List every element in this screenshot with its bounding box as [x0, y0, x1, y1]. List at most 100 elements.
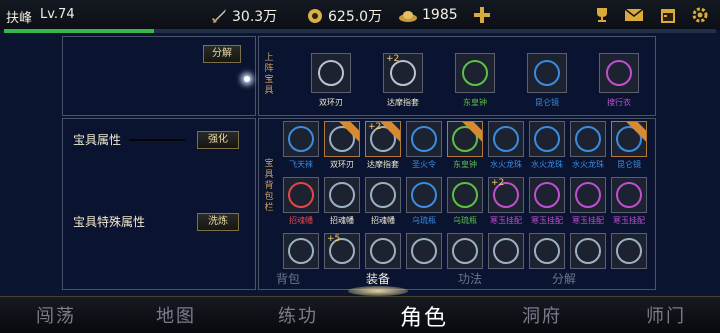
- bag-slot[interactable]: +5: [324, 233, 360, 269]
- bag-item-name: 招魂幡: [330, 216, 354, 225]
- nav-tab-3[interactable]: 角色: [400, 300, 448, 332]
- bag-item-name: 寒玉挂配: [613, 216, 645, 225]
- settings-icon[interactable]: [690, 6, 710, 24]
- calendar-icon[interactable]: [658, 6, 678, 24]
- nav-tab-4[interactable]: 洞府: [522, 302, 562, 328]
- bag-slot[interactable]: [447, 177, 483, 213]
- bag-slot[interactable]: [283, 233, 319, 269]
- bag-item-name: 水火龙珠: [531, 160, 563, 169]
- bag-slot[interactable]: [570, 177, 606, 213]
- treasure-art: [452, 182, 478, 208]
- bag-slot[interactable]: [447, 121, 483, 157]
- equipped-item-name: 达摩指套: [387, 98, 419, 107]
- bag-item-name: 圣火令: [412, 160, 436, 169]
- ingots-stat: 1985: [398, 6, 458, 24]
- equipped-item-name: 搜行衣: [607, 98, 631, 107]
- bag-slot[interactable]: [283, 121, 319, 157]
- power-stat: 30.3万: [210, 6, 277, 26]
- sparkle-effect: [244, 76, 250, 82]
- treasure-art: [493, 126, 519, 152]
- bag-slot[interactable]: [529, 177, 565, 213]
- bag-slot[interactable]: [488, 233, 524, 269]
- treasure-art: [370, 182, 396, 208]
- ingot-icon: [399, 11, 417, 22]
- treasure-art: [534, 182, 560, 208]
- bag-item-name: 水火龙珠: [572, 160, 604, 169]
- bag-slot[interactable]: [283, 177, 319, 213]
- equipped-slot[interactable]: [311, 53, 351, 93]
- nav-tab-5[interactable]: 师门: [646, 302, 686, 328]
- bag-slot[interactable]: [324, 177, 360, 213]
- treasure-art: [288, 238, 314, 264]
- trophy-icon[interactable]: [592, 6, 612, 24]
- bag-slot[interactable]: [406, 233, 442, 269]
- bag-slot[interactable]: +2: [365, 121, 401, 157]
- equipped-item-name: 双环刃: [319, 98, 343, 107]
- bag-slot[interactable]: [406, 121, 442, 157]
- subtab-2[interactable]: 功法: [458, 270, 482, 287]
- coins-value: 625.0万: [328, 9, 383, 25]
- bag-slot[interactable]: [406, 177, 442, 213]
- nav-tab-1[interactable]: 地图: [156, 302, 196, 328]
- enhance-button[interactable]: 强化: [197, 131, 239, 149]
- treasure-art: [370, 238, 396, 264]
- treasure-art: [329, 182, 355, 208]
- enhance-level: +2: [368, 122, 382, 132]
- player-name[interactable]: 扶峰: [6, 7, 32, 26]
- treasure-art: [534, 60, 560, 86]
- bag-slot[interactable]: [447, 233, 483, 269]
- bag-slot[interactable]: [488, 121, 524, 157]
- ingots-value: 1985: [422, 7, 458, 23]
- enhance-level: +2: [491, 178, 505, 188]
- equipped-slot[interactable]: [527, 53, 567, 93]
- bag-slot[interactable]: [611, 177, 647, 213]
- treasure-bag-panel: 宝具背包栏 飞天袜 双环刃 +2 达摩指套 圣火令 东皇钟 水火龙珠 水火龙珠 水火龙珠 昆仑镜招…: [258, 118, 656, 290]
- treasure-art: [452, 238, 478, 264]
- mail-icon[interactable]: [624, 6, 644, 24]
- treasure-art: [616, 238, 642, 264]
- treasure-art: [411, 182, 437, 208]
- treasure-attr-label: 宝具属性: [73, 133, 122, 147]
- add-icon[interactable]: [472, 6, 492, 24]
- hp-bar-fill: [4, 29, 154, 33]
- treasure-art: [411, 238, 437, 264]
- subtab-3[interactable]: 分解: [552, 270, 576, 287]
- treasure-art: [534, 238, 560, 264]
- bag-slot[interactable]: [611, 233, 647, 269]
- subtab-1[interactable]: 装备: [366, 270, 390, 287]
- bag-item-name: 乌琉瓶: [412, 216, 436, 225]
- equipped-slot[interactable]: +2: [383, 53, 423, 93]
- bag-item-name: 招魂幡: [289, 216, 313, 225]
- bag-item-name: 双环刃: [330, 160, 354, 169]
- equipped-item-name: 昆仑镜: [535, 98, 559, 107]
- bag-slot[interactable]: [529, 233, 565, 269]
- bag-slot[interactable]: [611, 121, 647, 157]
- power-value: 30.3万: [232, 9, 278, 25]
- treasure-art: [575, 182, 601, 208]
- treasure-art: [462, 60, 488, 86]
- treasure-art: [493, 238, 519, 264]
- bag-item-name: 达摩指套: [367, 160, 399, 169]
- bag-slot[interactable]: [365, 177, 401, 213]
- decompose-button[interactable]: 分解: [203, 45, 241, 63]
- bag-slot[interactable]: [570, 121, 606, 157]
- bag-item-name: 招魂幡: [371, 216, 395, 225]
- equipped-slot[interactable]: [455, 53, 495, 93]
- attr-divider: [129, 139, 185, 141]
- bag-item-name: 水火龙珠: [490, 160, 522, 169]
- active-tab-glow: [348, 286, 408, 296]
- bag-item-name: 寒玉挂配: [531, 216, 563, 225]
- treasure-art: [575, 238, 601, 264]
- bag-slot[interactable]: +2: [488, 177, 524, 213]
- treasure-art: [616, 182, 642, 208]
- subtab-0[interactable]: 背包: [276, 270, 300, 287]
- nav-tab-2[interactable]: 练功: [278, 302, 318, 328]
- bag-slot[interactable]: [365, 233, 401, 269]
- bag-slot[interactable]: [324, 121, 360, 157]
- refine-button[interactable]: 洗炼: [197, 213, 239, 231]
- treasure-art: [534, 126, 560, 152]
- bag-slot[interactable]: [529, 121, 565, 157]
- nav-tab-0[interactable]: 闯荡: [36, 302, 76, 328]
- bag-slot[interactable]: [570, 233, 606, 269]
- equipped-slot[interactable]: [599, 53, 639, 93]
